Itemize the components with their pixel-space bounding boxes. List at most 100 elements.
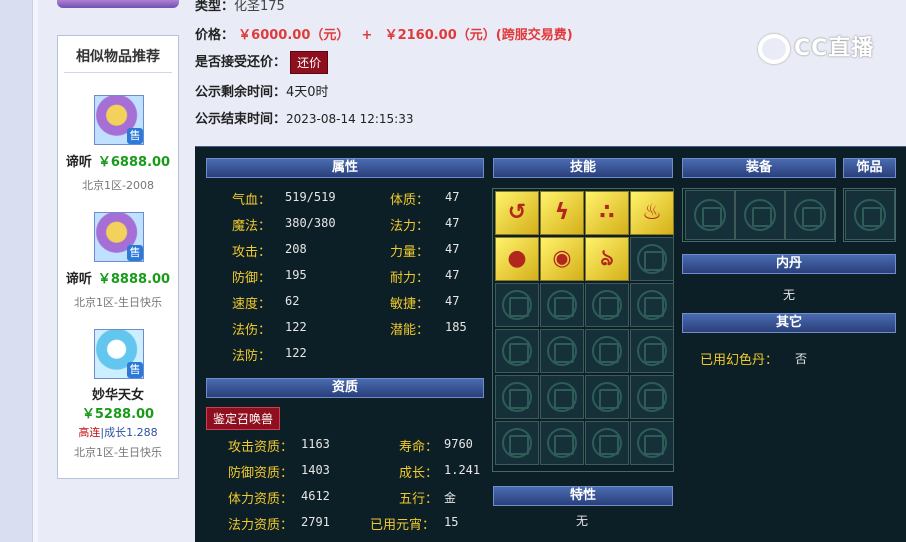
similar-item-title[interactable]: 谛听 ￥8888.00 — [58, 268, 178, 287]
empty-skill-slot — [630, 283, 674, 327]
attr-value: 208 — [285, 242, 307, 256]
left-gutter-border — [32, 0, 38, 542]
similar-item-name[interactable]: 谛听 — [66, 155, 92, 170]
lightning-skill-icon[interactable]: ϟ — [540, 191, 584, 235]
end-time-row: 公示结束时间：2023-08-14 12:15:33 — [195, 108, 413, 127]
tag-high-connect: 高连 — [78, 426, 101, 439]
attr-label: 魔法： — [232, 219, 272, 234]
other-label: 已用幻色丹： — [700, 353, 779, 368]
similar-item-image[interactable]: 售 — [94, 212, 144, 262]
orbs-skill-icon[interactable]: ● — [495, 237, 539, 281]
skills-header: 技能 — [493, 158, 673, 178]
empty-skill-slot — [495, 421, 539, 465]
empty-skill-slot — [630, 375, 674, 419]
attr-value: 47 — [445, 190, 460, 204]
attr-value: 122 — [285, 320, 307, 334]
watermark-text: CC直播 — [794, 36, 875, 61]
aptitude-value: 1403 — [301, 463, 330, 477]
similar-item-image[interactable]: 售 — [94, 329, 144, 379]
similar-item-title[interactable]: 谛听 ￥6888.00 — [58, 151, 178, 170]
divider — [64, 72, 172, 73]
similar-item-tags: 高连|成长1.288 — [58, 424, 178, 440]
empty-skill-slot — [495, 375, 539, 419]
attr-label: 攻击： — [232, 245, 272, 260]
attr-label: 耐力： — [390, 271, 430, 286]
cc-logo-icon — [758, 34, 790, 64]
attr-label: 力量： — [390, 245, 430, 260]
aptitude-value: 9760 — [444, 437, 473, 451]
sell-badge: 售 — [127, 362, 143, 378]
empty-skill-slot — [540, 421, 584, 465]
eye-skill-icon[interactable]: ◉ — [540, 237, 584, 281]
attr-label: 敏捷： — [390, 297, 430, 312]
flame-swirl-skill-icon[interactable]: ঌ — [585, 237, 629, 281]
counter-offer-button[interactable]: 还价 — [290, 51, 329, 74]
swirl-skill-icon[interactable]: ↺ — [495, 191, 539, 235]
attr-value: 47 — [445, 242, 460, 256]
aptitude-value: 15 — [444, 515, 459, 529]
traits-header: 特性 — [493, 486, 673, 506]
price-label: 价格： — [195, 28, 235, 43]
attr-value: 47 — [445, 294, 460, 308]
aptitude-label: 成长： — [399, 466, 439, 481]
aptitude-label: 体力资质： — [228, 492, 294, 507]
attr-value: 47 — [445, 268, 460, 282]
aptitude-label: 五行： — [399, 492, 439, 507]
attr-label: 防御： — [232, 271, 272, 286]
price-fee: ￥2160.00（元）(跨服交易费) — [384, 28, 573, 43]
empty-skill-slot — [585, 283, 629, 327]
empty-skill-slot — [540, 375, 584, 419]
attr-label: 潜能： — [390, 323, 430, 338]
other-value: 否 — [795, 352, 808, 366]
attr-value: 195 — [285, 268, 307, 282]
similar-item-image[interactable]: 售 — [94, 95, 144, 145]
attr-value: 62 — [285, 294, 300, 308]
remaining-label: 公示剩余时间： — [195, 85, 287, 100]
price-row: 价格： ￥6000.00（元） + ￥2160.00（元）(跨服交易费) — [195, 24, 573, 43]
similar-item-name[interactable]: 谛听 — [66, 272, 92, 287]
sell-badge: 售 — [127, 128, 143, 144]
empty-skill-slot — [495, 329, 539, 373]
aptitude-header: 资质 — [206, 378, 484, 398]
top-item-thumbnail[interactable] — [57, 0, 179, 8]
appraise-pet-button[interactable]: 鉴定召唤兽 — [206, 407, 281, 430]
empty-skill-slot — [540, 283, 584, 327]
attr-label: 速度： — [232, 297, 272, 312]
aptitude-value: 1163 — [301, 437, 330, 451]
aptitude-label: 已用元宵： — [370, 518, 436, 533]
similar-items-title: 相似物品推荐 — [76, 49, 160, 65]
empty-skill-slot — [495, 283, 539, 327]
empty-skill-slot — [585, 375, 629, 419]
empty-skill-slot — [630, 237, 674, 281]
end-time-value: 2023-08-14 12:15:33 — [286, 112, 414, 126]
equipment-slot[interactable] — [685, 190, 735, 240]
offer-label: 是否接受还价： — [195, 55, 287, 70]
similar-items-panel: 相似物品推荐 售 谛听 ￥6888.00 北京1区-2008 售 谛听 ￥8888.… — [57, 35, 179, 479]
price-plus: + — [361, 28, 373, 43]
empty-skill-slot — [630, 329, 674, 373]
sell-badge: 售 — [127, 245, 143, 261]
equipment-header: 装备 — [682, 158, 836, 178]
attributes-header: 属性 — [206, 158, 484, 178]
aptitude-label: 法力资质： — [228, 518, 294, 533]
equipment-slot[interactable] — [785, 190, 835, 240]
similar-item-price: ￥5288.00 — [81, 407, 155, 422]
left-gutter — [0, 0, 32, 542]
attr-value: 185 — [445, 320, 467, 334]
attr-value: 380/380 — [285, 216, 336, 230]
type-label: 类型： — [195, 0, 235, 14]
traits-value: 无 — [576, 514, 589, 528]
equipment-slot[interactable] — [735, 190, 785, 240]
attr-label: 法伤： — [232, 323, 272, 338]
offer-row: 是否接受还价： 还价 — [195, 51, 329, 74]
accessory-header: 饰品 — [843, 158, 896, 178]
fire-skill-icon[interactable]: ♨ — [630, 191, 674, 235]
empty-skill-slot — [630, 421, 674, 465]
similar-item-name[interactable]: 妙华天女 — [58, 384, 178, 403]
pet-detail-panel: 属性 气血： 519/519 体质： 47 魔法： 380/380 法力： 47… — [195, 146, 906, 542]
accessory-slot[interactable] — [845, 190, 895, 240]
similar-item-server: 北京1区-2008 — [82, 179, 154, 192]
meteor-skill-icon[interactable]: ∴ — [585, 191, 629, 235]
tag-growth: 成长1.288 — [104, 426, 158, 439]
other-header: 其它 — [682, 313, 896, 333]
